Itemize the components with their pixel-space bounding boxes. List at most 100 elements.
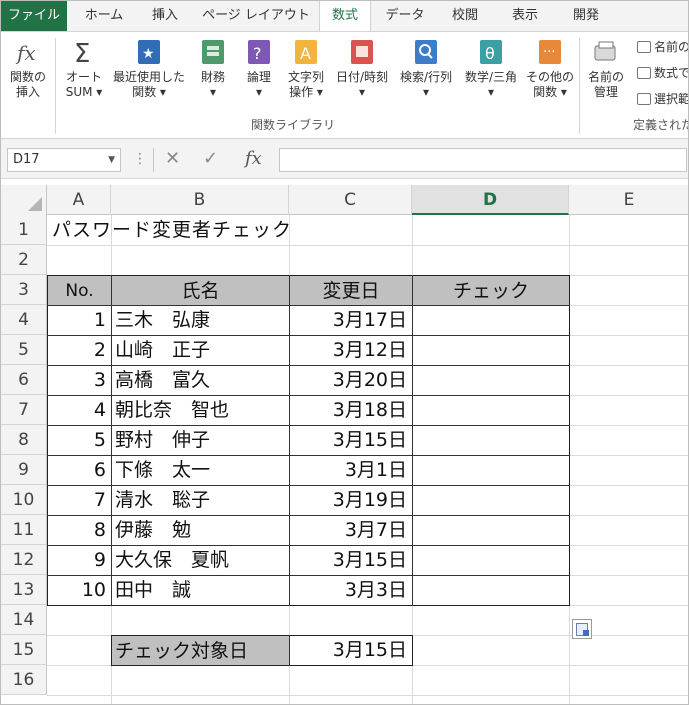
- select-all-corner[interactable]: [1, 185, 47, 215]
- header-no[interactable]: No.: [48, 276, 111, 305]
- ribbon-formulas: fx 関数の 挿入 Σ オート SUM ▾ ★ 最近使用した 関数 ▾ 財務 ▾…: [1, 31, 688, 139]
- cell-date[interactable]: 3月3日: [290, 575, 412, 605]
- sheet-title[interactable]: パスワード変更者チェック: [48, 215, 448, 245]
- cell-date[interactable]: 3月15日: [290, 425, 412, 455]
- header-name[interactable]: 氏名: [112, 276, 289, 305]
- row-header[interactable]: 5: [1, 335, 47, 365]
- cell-name[interactable]: 三木 弘康: [112, 305, 289, 335]
- column-header-b[interactable]: B: [111, 185, 289, 215]
- tab-insert[interactable]: 挿入: [139, 1, 191, 31]
- row-header[interactable]: 4: [1, 305, 47, 335]
- formula-bar: D17 ▼ ⋮ ✕ ✓ fx: [1, 139, 688, 179]
- row-header[interactable]: 10: [1, 485, 47, 515]
- cell-date[interactable]: 3月1日: [290, 455, 412, 485]
- cell-no[interactable]: 8: [48, 515, 111, 545]
- tab-data[interactable]: データ: [377, 1, 433, 31]
- financial-button[interactable]: 財務 ▾: [193, 38, 233, 100]
- tab-review[interactable]: 校閲: [437, 1, 493, 31]
- check-target-label[interactable]: チェック対象日: [112, 636, 289, 665]
- cell-no[interactable]: 10: [48, 575, 111, 605]
- row-header[interactable]: 7: [1, 395, 47, 425]
- row-header[interactable]: 14: [1, 605, 47, 635]
- column-header-a[interactable]: A: [47, 185, 111, 215]
- table-border: [111, 275, 112, 606]
- column-header-e[interactable]: E: [569, 185, 688, 215]
- header-date[interactable]: 変更日: [290, 276, 412, 305]
- enter-icon[interactable]: ✓: [203, 148, 218, 170]
- column-header-c[interactable]: C: [289, 185, 412, 215]
- row-header[interactable]: 16: [1, 665, 47, 695]
- tab-file[interactable]: ファイル: [1, 1, 67, 31]
- math-trig-button[interactable]: θ 数学/三角 ▾: [459, 38, 523, 100]
- cell-no[interactable]: 7: [48, 485, 111, 515]
- cancel-icon[interactable]: ✕: [165, 148, 180, 170]
- check-target-date[interactable]: 3月15日: [290, 635, 412, 665]
- more-functions-button[interactable]: ··· その他の 関数 ▾: [525, 38, 575, 100]
- create-from-selection-button[interactable]: 選択範: [637, 90, 688, 107]
- cell-no[interactable]: 5: [48, 425, 111, 455]
- autosum-button[interactable]: Σ オート SUM ▾: [61, 38, 107, 100]
- paste-options-icon[interactable]: [572, 619, 592, 639]
- sigma-icon: Σ: [74, 39, 90, 66]
- cell-name[interactable]: 伊藤 勉: [112, 515, 289, 545]
- row-header[interactable]: 13: [1, 575, 47, 605]
- cell-date[interactable]: 3月7日: [290, 515, 412, 545]
- row-header[interactable]: 6: [1, 365, 47, 395]
- cell-name[interactable]: 下條 太一: [112, 455, 289, 485]
- cell-no[interactable]: 9: [48, 545, 111, 575]
- cell-name[interactable]: 朝比奈 智也: [112, 395, 289, 425]
- table-border: [47, 575, 570, 576]
- cell-date[interactable]: 3月17日: [290, 305, 412, 335]
- ribbon-separator: [579, 38, 580, 134]
- cell-date[interactable]: 3月12日: [290, 335, 412, 365]
- gridline: [569, 215, 570, 704]
- row-header[interactable]: 1: [1, 215, 47, 245]
- gridline: [47, 665, 688, 666]
- cell-name[interactable]: 清水 聡子: [112, 485, 289, 515]
- row-header[interactable]: 3: [1, 275, 47, 305]
- tab-formulas[interactable]: 数式: [319, 1, 371, 32]
- insert-function-icon[interactable]: fx: [245, 148, 262, 170]
- cell-name[interactable]: 大久保 夏帆: [112, 545, 289, 575]
- cell-date[interactable]: 3月18日: [290, 395, 412, 425]
- grid-icon: [637, 93, 651, 105]
- recently-used-button[interactable]: ★ 最近使用した 関数 ▾: [109, 38, 189, 100]
- chevron-down-icon[interactable]: ▼: [108, 149, 115, 171]
- cell-date[interactable]: 3月15日: [290, 545, 412, 575]
- name-box[interactable]: D17 ▼: [7, 148, 121, 172]
- header-check[interactable]: チェック: [413, 276, 569, 305]
- cell-no[interactable]: 6: [48, 455, 111, 485]
- row-header[interactable]: 15: [1, 635, 47, 665]
- cell-name[interactable]: 山崎 正子: [112, 335, 289, 365]
- text-functions-button[interactable]: A 文字列 操作 ▾: [283, 38, 329, 100]
- row-header[interactable]: 11: [1, 515, 47, 545]
- row-header[interactable]: 8: [1, 425, 47, 455]
- cell-name[interactable]: 野村 伸子: [112, 425, 289, 455]
- name-manager-icon: [594, 41, 616, 61]
- cell-name[interactable]: 高橋 富久: [112, 365, 289, 395]
- define-name-button[interactable]: 名前の: [637, 38, 688, 55]
- cell-no[interactable]: 2: [48, 335, 111, 365]
- formula-input[interactable]: [279, 148, 687, 172]
- logical-button[interactable]: ? 論理 ▾: [239, 38, 279, 100]
- row-header[interactable]: 12: [1, 545, 47, 575]
- datetime-button[interactable]: 日付/時刻 ▾: [331, 38, 393, 100]
- tab-view[interactable]: 表示: [497, 1, 553, 31]
- name-manager-button[interactable]: 名前の 管理: [583, 38, 629, 100]
- tab-page-layout[interactable]: ページ レイアウト: [197, 1, 315, 31]
- table-border: [47, 425, 570, 426]
- tab-home[interactable]: ホーム: [73, 1, 135, 31]
- cell-no[interactable]: 1: [48, 305, 111, 335]
- row-header[interactable]: 2: [1, 245, 47, 275]
- cell-no[interactable]: 4: [48, 395, 111, 425]
- row-header[interactable]: 9: [1, 455, 47, 485]
- cell-date[interactable]: 3月19日: [290, 485, 412, 515]
- column-header-d[interactable]: D: [412, 185, 569, 215]
- use-in-formula-button[interactable]: 数式で: [637, 64, 688, 81]
- cell-name[interactable]: 田中 誠: [112, 575, 289, 605]
- cell-date[interactable]: 3月20日: [290, 365, 412, 395]
- insert-function-button[interactable]: fx 関数の 挿入: [5, 38, 51, 100]
- lookup-button[interactable]: 検索/行列 ▾: [395, 38, 457, 100]
- tab-developer[interactable]: 開発: [557, 1, 615, 31]
- cell-no[interactable]: 3: [48, 365, 111, 395]
